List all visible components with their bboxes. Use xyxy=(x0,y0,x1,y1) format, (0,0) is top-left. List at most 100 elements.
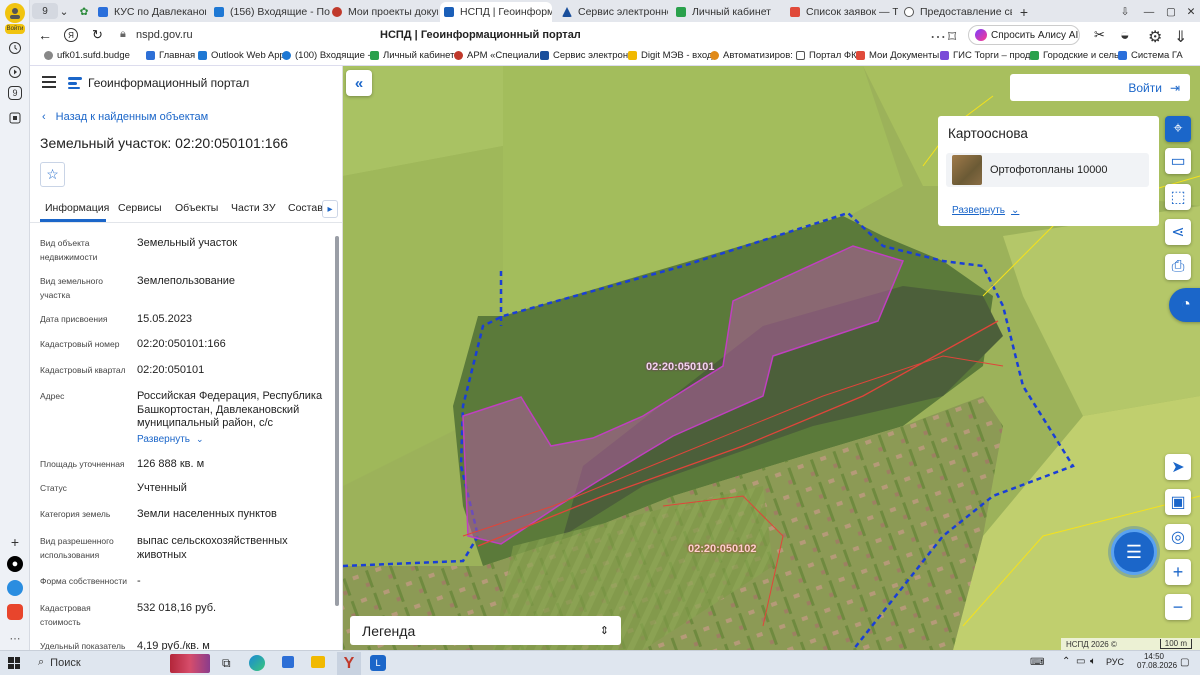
tray-chevron-icon[interactable]: ⌃ xyxy=(1062,656,1070,667)
new-tab-button[interactable]: + xyxy=(1014,2,1034,22)
tab-parts[interactable]: Части ЗУ xyxy=(231,202,276,214)
minimap-button[interactable]: ▣ xyxy=(1165,489,1191,515)
downloads-tray-icon[interactable]: ⇓ xyxy=(1174,27,1187,47)
tabs-scroll-right-button[interactable]: ▸ xyxy=(322,200,338,218)
start-windows-icon[interactable] xyxy=(8,657,20,669)
bookmark-item[interactable]: ГИС Торги – прод xyxy=(940,50,1030,61)
play-icon[interactable] xyxy=(5,62,25,82)
close-window-icon[interactable]: ✕ xyxy=(1182,2,1200,22)
yandex-shield-icon[interactable]: Я xyxy=(64,28,78,42)
url-text[interactable]: nspd.gov.ru xyxy=(136,29,193,41)
tab-favicon xyxy=(904,7,914,17)
area-select-button[interactable]: ⬚ xyxy=(1165,184,1191,210)
basemap-option[interactable]: Ортофотопланы 10000 xyxy=(946,153,1149,187)
tab-counter[interactable]: 9 xyxy=(32,3,58,19)
collapse-panel-button[interactable]: « xyxy=(346,70,372,96)
assistant-tab-button[interactable]: ◔ xyxy=(1169,288,1200,322)
bookmark-item[interactable]: Digit МЭВ - вход xyxy=(628,50,712,61)
language-indicator[interactable]: РУС xyxy=(1106,657,1124,667)
scrollbar-thumb[interactable] xyxy=(335,236,339,606)
tab-inbox[interactable]: (156) Входящие - Почт xyxy=(210,2,330,22)
network-icon[interactable]: ▭ xyxy=(1076,656,1085,667)
tab-services[interactable]: Сервисы xyxy=(118,202,162,214)
tab-cabinet[interactable]: Личный кабинет xyxy=(672,2,782,22)
compass-button[interactable]: ◎ xyxy=(1165,524,1191,550)
task-view-icon[interactable]: ⧉ xyxy=(222,656,231,671)
panel-scrollbar[interactable] xyxy=(334,230,340,650)
bookmark-icon[interactable]: ⌑ xyxy=(948,27,956,47)
tab-objects[interactable]: Объекты xyxy=(175,202,218,214)
tab-nspd-active[interactable]: НСПД | Геоинформ✕ xyxy=(440,2,552,22)
bookmark-item[interactable]: Сервис электрон xyxy=(540,50,628,61)
tab-service[interactable]: Сервис электронной р xyxy=(558,2,668,22)
minimize-icon[interactable]: — xyxy=(1140,2,1158,22)
tab-list-chevron-icon[interactable]: ⌄ xyxy=(56,2,72,22)
legend-toggle[interactable]: Легенда ⇕ xyxy=(350,616,621,645)
bookmark-item[interactable]: Городские и сель xyxy=(1030,50,1119,61)
print-button[interactable]: ⎙ xyxy=(1165,254,1191,280)
bookmark-item[interactable]: Портал ФК xyxy=(796,50,857,61)
more-icon[interactable]: ⋯ xyxy=(5,628,25,648)
bookmark-item[interactable]: АРМ «Специали: xyxy=(454,50,542,61)
tab-kus[interactable]: КУС по Давлекановск xyxy=(94,2,206,22)
add-panel-icon[interactable]: + xyxy=(5,532,25,552)
extension-icon[interactable]: ✂ xyxy=(1094,27,1105,43)
back-icon[interactable]: ← xyxy=(38,27,52,43)
bookmark-item[interactable]: Автоматизиров: xyxy=(710,50,793,61)
edge-icon[interactable] xyxy=(249,655,265,671)
zoom-in-button[interactable]: + xyxy=(1165,559,1191,585)
map-view[interactable]: 02:20:050101 02:20:050102 « Войти ⇥ Карто… xyxy=(343,66,1200,650)
zoom-out-button[interactable]: − xyxy=(1165,594,1191,620)
tab-projects[interactable]: Мои проекты докумен xyxy=(328,2,438,22)
bookmark-item[interactable]: Главная xyxy=(146,50,195,61)
layers-select-button[interactable]: ⌖ xyxy=(1165,116,1191,142)
store-icon[interactable] xyxy=(282,656,294,668)
tab-count-icon[interactable]: 9 xyxy=(8,86,22,100)
paw-icon[interactable]: ✿ xyxy=(76,2,92,22)
apps-icon[interactable] xyxy=(7,604,23,620)
tab-information[interactable]: Информация xyxy=(45,202,109,214)
favorite-star-button[interactable]: ☆ xyxy=(40,162,65,187)
maximize-icon[interactable]: ▢ xyxy=(1162,2,1180,22)
extension-shield-icon[interactable]: ◒ xyxy=(1120,27,1130,45)
profile-login-badge[interactable]: Войти xyxy=(5,24,25,34)
bookmark-item[interactable]: ufk01.sufd.budge xyxy=(44,50,130,61)
orthophoto-thumbnail xyxy=(952,155,982,185)
profile-avatar[interactable] xyxy=(5,3,25,23)
tab-provision[interactable]: Предоставление свед xyxy=(900,2,1012,22)
basemap-expand-link[interactable]: Развернуть ⌄ xyxy=(952,205,1019,216)
bookmark-item[interactable]: Система ГА xyxy=(1118,50,1183,61)
login-button[interactable]: Войти ⇥ xyxy=(1010,74,1190,101)
window-icon[interactable] xyxy=(5,108,25,128)
bookmark-item[interactable]: (100) Входящие - xyxy=(282,50,371,61)
search-highlight-image[interactable] xyxy=(170,654,210,673)
reload-icon[interactable]: ↻ xyxy=(92,27,103,43)
ruler-button[interactable]: ▭ xyxy=(1165,148,1191,174)
share-button[interactable]: ⋖ xyxy=(1165,219,1191,245)
keyboard-icon[interactable]: ⌨ xyxy=(1030,657,1044,668)
bookmark-item[interactable]: Личный кабинет xyxy=(370,50,454,61)
extension-gear-icon[interactable]: ⚙ xyxy=(1148,27,1162,47)
messenger-app-icon[interactable] xyxy=(7,580,23,596)
history-icon[interactable] xyxy=(5,38,25,58)
downloads-icon[interactable]: ⇩ xyxy=(1116,2,1134,22)
bookmark-item[interactable]: Outlook Web App xyxy=(198,50,285,61)
back-to-results-link[interactable]: ‹ Назад к найденным объектам xyxy=(42,111,208,123)
address-expand-link[interactable]: Развернуть ⌄ xyxy=(137,434,204,445)
app-icon[interactable]: L xyxy=(370,655,386,671)
tab-composition[interactable]: Состав xyxy=(288,202,323,214)
alice-app-icon[interactable]: ● xyxy=(7,556,23,572)
tab-requests[interactable]: Список заявок — Техн xyxy=(786,2,898,22)
volume-icon[interactable]: 🔈︎ xyxy=(1090,656,1096,667)
taskbar-search[interactable]: ⌕ Поиск xyxy=(38,656,81,669)
clock[interactable]: 14:50 07.08.2026 xyxy=(1137,652,1177,670)
alice-ask-button[interactable]: Спросить Алису AI xyxy=(968,25,1080,45)
yandex-browser-icon[interactable]: Y xyxy=(337,652,361,675)
bookmark-item[interactable]: Мои Документы xyxy=(856,50,939,61)
chat-assistant-button[interactable]: ☰ xyxy=(1111,529,1157,575)
geolocate-button[interactable]: ➤ xyxy=(1165,454,1191,480)
hamburger-menu-icon[interactable] xyxy=(42,76,56,88)
explorer-icon[interactable] xyxy=(311,656,325,668)
notifications-icon[interactable]: ▢ xyxy=(1180,657,1189,668)
menu-dots-icon[interactable]: ⋯ xyxy=(930,27,946,47)
